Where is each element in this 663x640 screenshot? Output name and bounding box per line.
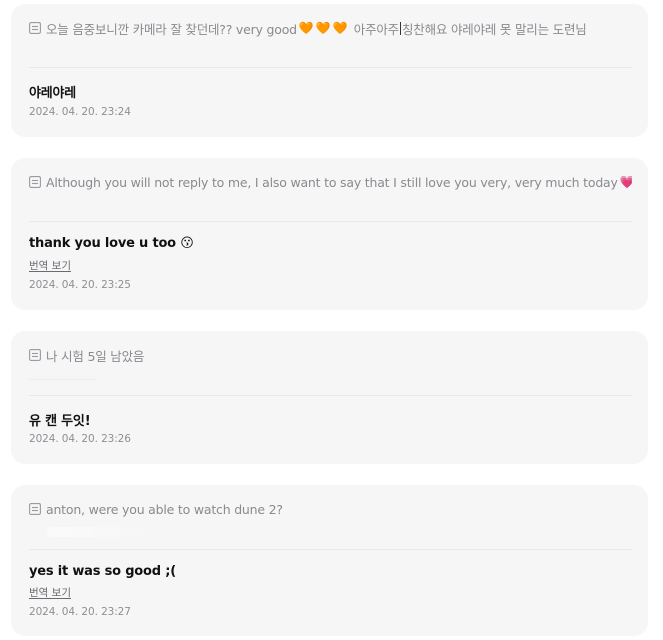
message-list: 오늘 음중보니깐 카메라 잘 찾던데?? very good 🧡 🧡 🧡 아주아… bbox=[0, 0, 663, 640]
decorative-fade bbox=[47, 527, 157, 537]
answer-text: yes it was so good ;( bbox=[29, 564, 176, 579]
decorative-line bbox=[29, 379, 97, 380]
orange-heart-icon: 🧡 bbox=[315, 21, 331, 35]
question-text: 오늘 음중보니깐 카메라 잘 찾던데?? very good bbox=[46, 21, 297, 37]
question-row: 오늘 음중보니깐 카메라 잘 찾던데?? very good 🧡 🧡 🧡 아주아… bbox=[29, 18, 632, 38]
message-card: 나 시험 5일 남았음 유 캔 두잇! 2024. 04. 20. 23:26 bbox=[11, 331, 648, 464]
orange-heart-icon: 🧡 bbox=[332, 21, 348, 35]
timestamp: 2024. 04. 20. 23:26 bbox=[29, 433, 131, 445]
memo-icon bbox=[29, 22, 41, 34]
question-row: 나 시험 5일 남았음 bbox=[29, 345, 632, 365]
timestamp: 2024. 04. 20. 23:27 bbox=[29, 606, 131, 618]
memo-icon bbox=[29, 349, 41, 361]
timestamp: 2024. 04. 20. 23:25 bbox=[29, 279, 131, 291]
question-text-tail: 칭찬해요 야레야레 못 말리는 도련님 bbox=[401, 21, 587, 37]
divider bbox=[29, 549, 632, 550]
memo-icon bbox=[29, 176, 41, 188]
pink-heart-icon: 💗 bbox=[619, 175, 632, 189]
orange-heart-icon: 🧡 bbox=[298, 21, 314, 35]
divider bbox=[29, 395, 632, 396]
question-text: 나 시험 5일 남았음 bbox=[46, 348, 145, 364]
question-text-continued: 아주아주 bbox=[353, 21, 399, 37]
question-text: Although you will not reply to me, I als… bbox=[46, 174, 618, 190]
question-row: Although you will not reply to me, I als… bbox=[29, 172, 632, 192]
memo-icon bbox=[29, 503, 41, 515]
message-card: 오늘 음중보니깐 카메라 잘 찾던데?? very good 🧡 🧡 🧡 아주아… bbox=[11, 4, 648, 137]
translate-link[interactable]: 번역 보기 bbox=[29, 585, 71, 600]
timestamp: 2024. 04. 20. 23:24 bbox=[29, 106, 131, 118]
text-caret bbox=[399, 21, 401, 35]
answer-text: 야레야레 bbox=[29, 86, 77, 101]
answer-text: 유 캔 두잇! bbox=[29, 414, 91, 429]
message-card: anton, were you able to watch dune 2? ye… bbox=[11, 485, 648, 636]
answer-text: thank you love u too 😗 bbox=[29, 236, 194, 251]
divider bbox=[29, 221, 632, 222]
divider bbox=[29, 67, 632, 68]
question-row: anton, were you able to watch dune 2? bbox=[29, 499, 632, 519]
question-text: anton, were you able to watch dune 2? bbox=[46, 501, 283, 517]
message-card: Although you will not reply to me, I als… bbox=[11, 158, 648, 310]
translate-link[interactable]: 번역 보기 bbox=[29, 258, 71, 273]
